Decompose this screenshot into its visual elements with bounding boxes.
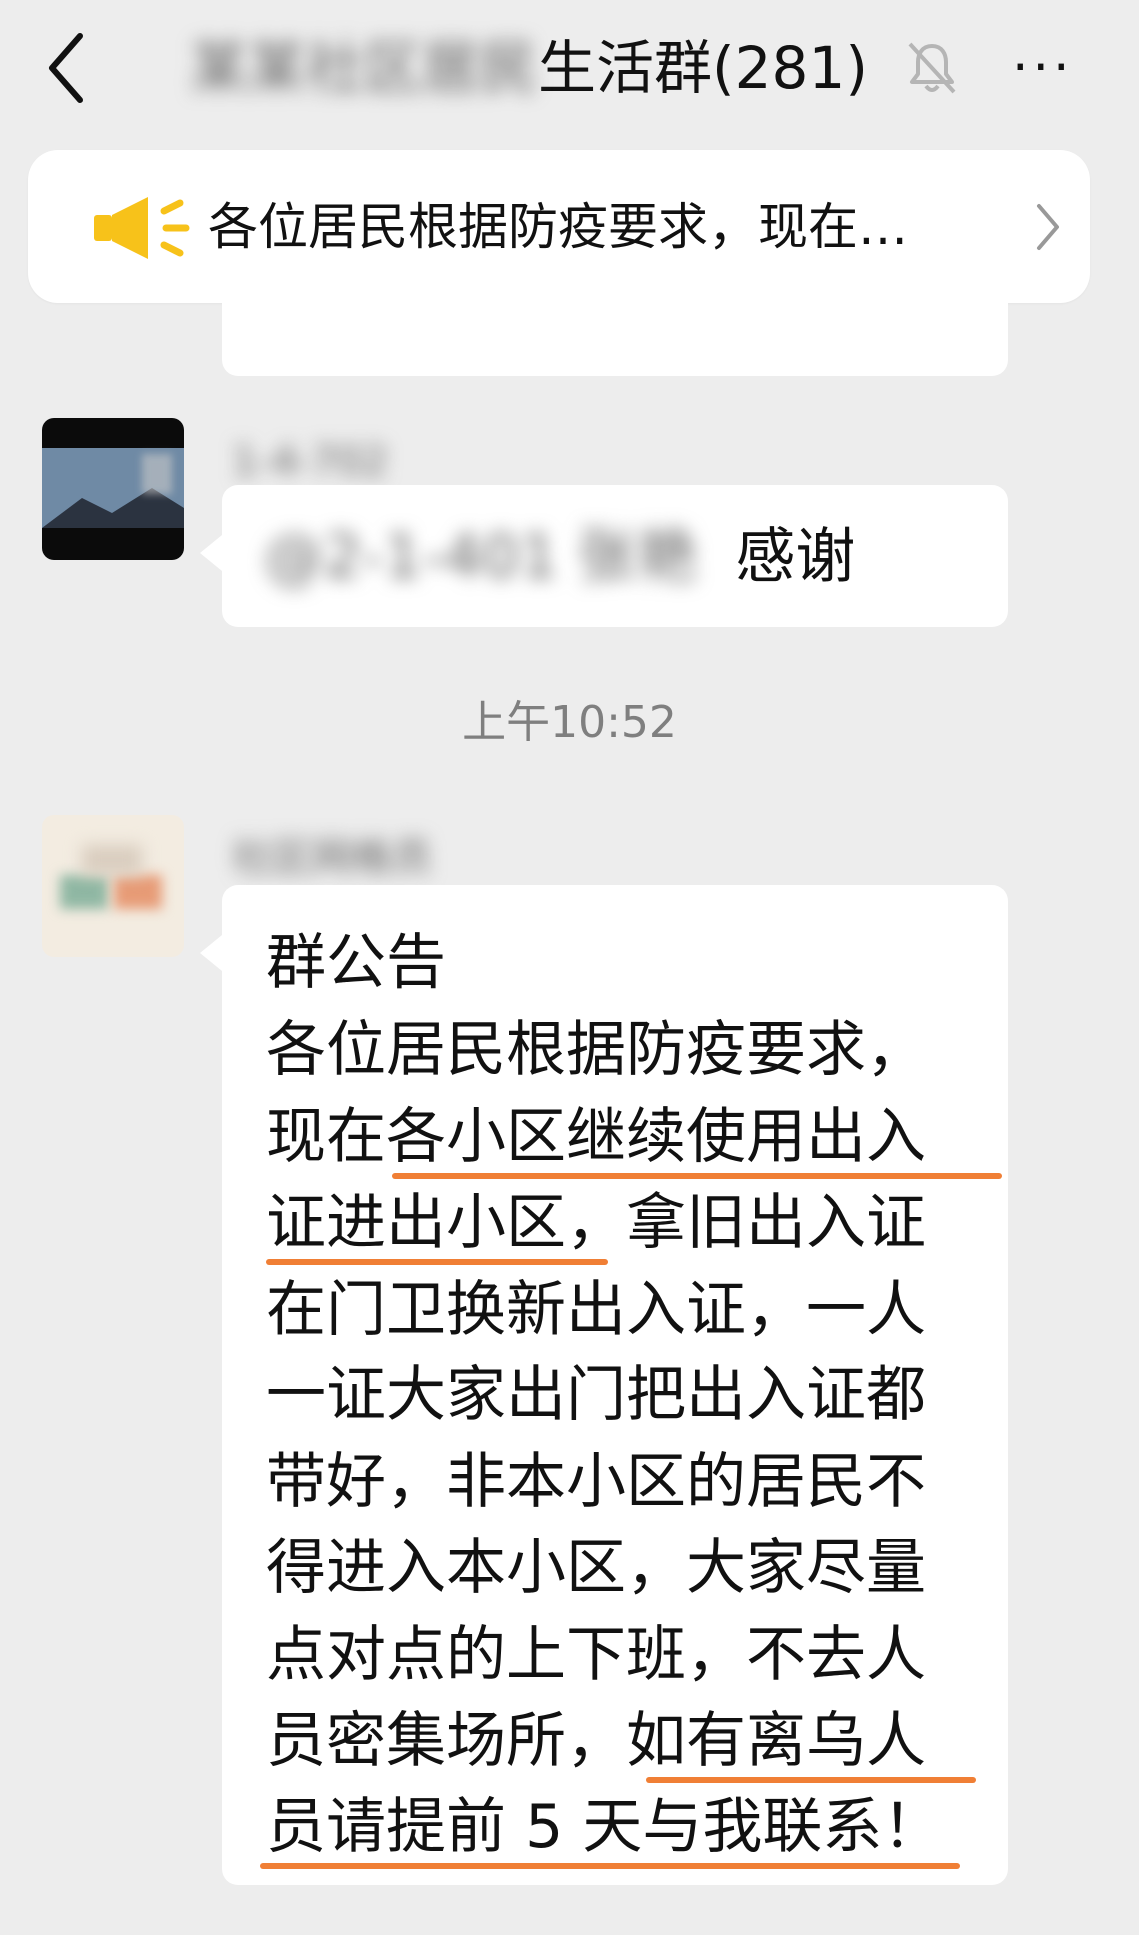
pinned-announcement-text: 各位居民根据防疫要求，现在… — [208, 198, 908, 256]
top-bar: 某某社区居民生活群(281) ··· — [0, 0, 1139, 140]
bubble-tail — [200, 535, 222, 571]
chat-title-text: 生活群(281) — [538, 34, 868, 102]
chat-title: 某某社区居民生活群(281) — [190, 30, 910, 106]
message-text-visible: 感谢 — [735, 522, 856, 592]
previous-message-bubble — [222, 303, 1008, 376]
pinned-announcement-bar[interactable]: 各位居民根据防疫要求，现在… — [28, 150, 1090, 303]
announcement-line: 现在各小区继续使用出入 — [266, 1102, 926, 1172]
avatar-image — [60, 845, 162, 909]
announcement-line: 员请提前 5 天与我联系！ — [266, 1792, 943, 1862]
announcement-line: 员密集场所，如有离乌人 — [266, 1706, 926, 1776]
mention-blurred: @2-1-401 张艳 — [264, 522, 698, 592]
announcement-line: 点对点的上下班，不去人 — [266, 1620, 926, 1690]
message-text: @2-1-401 张艳 感谢 — [264, 517, 855, 597]
sender-nickname: 社区网格员 — [232, 835, 432, 881]
back-arrow-icon[interactable] — [40, 28, 100, 108]
sender-nickname: 1-4-702 — [232, 439, 389, 485]
message-bubble[interactable]: @2-1-401 张艳 感谢 — [222, 485, 1008, 627]
announcement-line: 一证大家出门把出入证都 — [266, 1360, 926, 1430]
megaphone-icon — [94, 197, 190, 259]
highlight-underline — [260, 1863, 960, 1869]
chat-title-blurred: 某某社区居民 — [190, 34, 539, 102]
bubble-tail — [200, 935, 222, 971]
avatar[interactable] — [42, 815, 184, 957]
timestamp: 上午10:52 — [462, 697, 677, 748]
avatar-image — [42, 448, 184, 528]
highlight-underline — [392, 1173, 1002, 1179]
announcement-line: 在门卫换新出入证，一人 — [266, 1275, 926, 1345]
announcement-line: 带好，非本小区的居民不 — [266, 1447, 926, 1517]
highlight-underline — [266, 1259, 608, 1265]
more-icon[interactable]: ··· — [1012, 30, 1112, 106]
announcement-line: 各位居民根据防疫要求， — [266, 1015, 926, 1085]
chevron-right-icon — [1037, 204, 1059, 250]
avatar[interactable] — [42, 418, 184, 560]
announcement-bubble[interactable]: 群公告 各位居民根据防疫要求， 现在各小区继续使用出入 证进出小区，拿旧出入证 … — [222, 885, 1008, 1885]
announcement-line: 得进入本小区，大家尽量 — [266, 1533, 926, 1603]
bell-muted-icon — [908, 42, 956, 94]
announcement-title: 群公告 — [266, 928, 446, 998]
highlight-underline — [646, 1777, 976, 1783]
announcement-line: 证进出小区，拿旧出入证 — [266, 1188, 926, 1258]
